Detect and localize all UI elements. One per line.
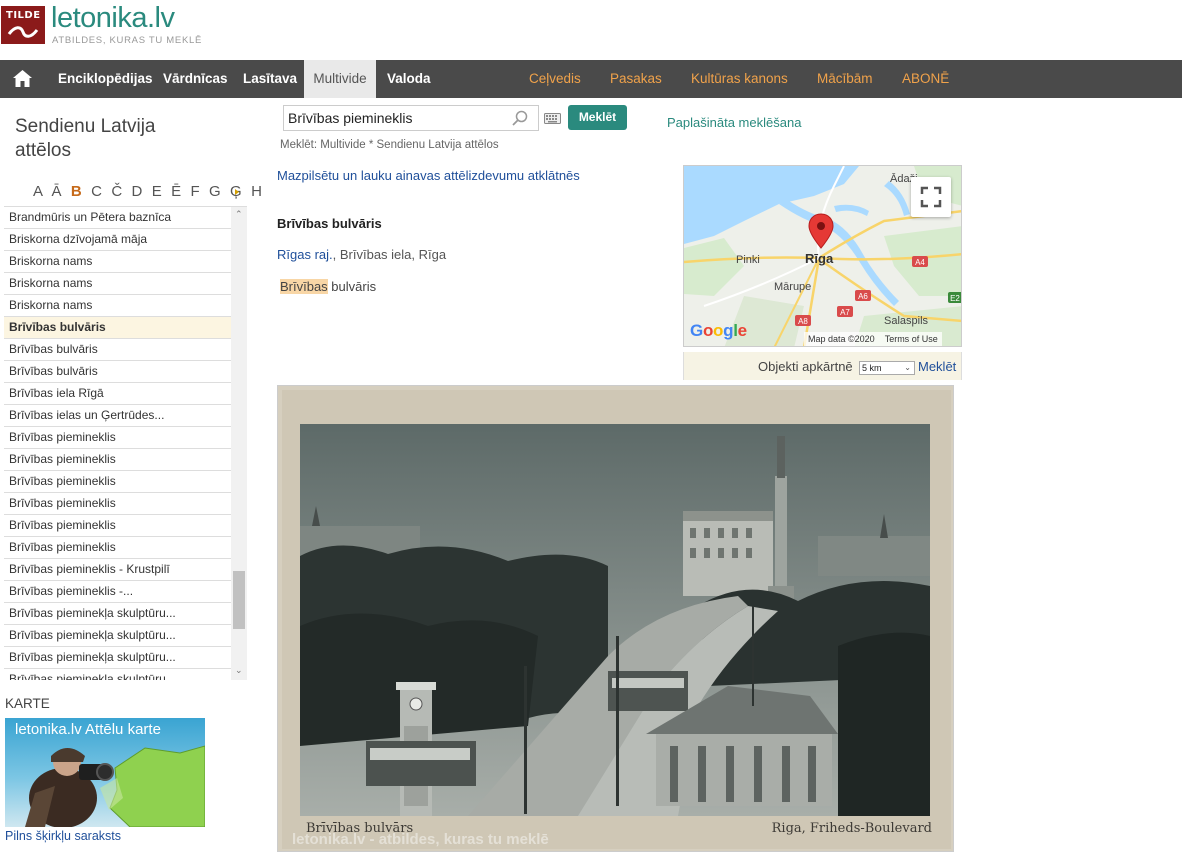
list-item[interactable]: Brīvības piemineklis - Krustpilī bbox=[4, 559, 231, 581]
list-item-selected[interactable]: Brīvības bulvāris bbox=[4, 317, 231, 339]
road-label: A8 bbox=[798, 317, 808, 326]
list-item[interactable]: Briskorna nams bbox=[4, 295, 231, 317]
postcard-photo[interactable]: Brīvības bulvārs Riga, Friheds-Boulevard… bbox=[277, 385, 954, 852]
highlighted-term: Brīvības bbox=[280, 279, 328, 294]
collection-link[interactable]: Mazpilsētu un lauku ainavas attēlizdevum… bbox=[277, 168, 580, 183]
road-label: A6 bbox=[858, 292, 868, 301]
nav-enciklopedijas[interactable]: Enciklopēdijas bbox=[58, 60, 153, 98]
list-item[interactable]: Brīvības bulvāris bbox=[4, 361, 231, 383]
scroll-down-icon[interactable]: ⌄ bbox=[235, 665, 243, 676]
list-item[interactable]: Brīvības piemineklis bbox=[4, 471, 231, 493]
list-item[interactable]: Briskorna nams bbox=[4, 273, 231, 295]
site-header: TILDE letonika.lv ATBILDES, KURAS TU MEK… bbox=[0, 0, 1182, 60]
postcard-image: Brīvības bulvārs Riga, Friheds-Boulevard… bbox=[278, 386, 953, 851]
alphabet-letters-pre[interactable]: A Ā bbox=[33, 183, 71, 200]
list-item[interactable]: Brīvības bulvāris bbox=[4, 339, 231, 361]
nav-kulturas-kanons[interactable]: Kultūras kanons bbox=[691, 60, 788, 98]
map-fullscreen-button[interactable] bbox=[911, 177, 951, 217]
location-link[interactable]: Rīgas raj. bbox=[277, 247, 333, 262]
map-label-city: Rīga bbox=[805, 251, 834, 266]
map-data-credit: Map data ©2020 bbox=[808, 334, 875, 344]
nav-multivide[interactable]: Multivide bbox=[304, 60, 376, 98]
nav-macibam[interactable]: Mācībām bbox=[817, 60, 873, 98]
road-label: A7 bbox=[840, 308, 850, 317]
main-nav: Enciklopēdijas Vārdnīcas Lasītava Multiv… bbox=[0, 60, 1182, 98]
list-item[interactable]: Brīvības piemineklis -... bbox=[4, 581, 231, 603]
map-terms-link[interactable]: Terms of Use bbox=[885, 334, 938, 344]
map-banner-title: letonika.lv Attēlu karte bbox=[15, 721, 161, 738]
nav-valoda[interactable]: Valoda bbox=[387, 60, 431, 98]
entry-list: Brandmūris un Pētera baznīca Briskorna d… bbox=[4, 206, 247, 680]
list-scrollbar[interactable]: ⌃ ⌄ bbox=[231, 207, 247, 680]
advanced-search-link[interactable]: Paplašināta meklēšana bbox=[667, 115, 801, 130]
list-item[interactable]: Brīvības piemineklis bbox=[4, 493, 231, 515]
location-text: , Brīvības iela, Rīga bbox=[332, 247, 447, 262]
search-input[interactable]: Brīvības piemineklis bbox=[283, 105, 539, 131]
logo-wave-icon bbox=[7, 26, 39, 38]
entry-title: Brīvības bulvāris bbox=[277, 216, 382, 231]
alphabet-filter[interactable]: A Ā B C Č D E Ē F G Ģ H bbox=[33, 183, 265, 200]
nav-pasakas[interactable]: Pasakas bbox=[610, 60, 662, 98]
keyboard-icon[interactable] bbox=[544, 112, 561, 127]
list-item[interactable]: Brīvības pieminekļa skulptūru... bbox=[4, 603, 231, 625]
nearby-search-button[interactable]: Meklēt bbox=[918, 359, 956, 374]
alphabet-next-icon[interactable] bbox=[235, 189, 239, 195]
logo-text: TILDE bbox=[6, 10, 41, 21]
nav-lasitava[interactable]: Lasītava bbox=[243, 60, 297, 98]
nav-celvedis[interactable]: Ceļvedis bbox=[529, 60, 581, 98]
alphabet-active-letter[interactable]: B bbox=[71, 183, 84, 200]
list-item[interactable]: Brīvības piemineklis bbox=[4, 449, 231, 471]
nearby-label: Objekti apkārtnē bbox=[758, 359, 853, 374]
site-name[interactable]: letonika.lv bbox=[51, 2, 175, 35]
road-label: E2 bbox=[950, 294, 960, 303]
scroll-up-icon[interactable]: ⌃ bbox=[235, 209, 243, 220]
search-scope: Meklēt: Multivide * Sendienu Latvija att… bbox=[280, 139, 499, 151]
radius-value: 5 km bbox=[862, 363, 882, 373]
map-section-label: KARTE bbox=[5, 696, 50, 711]
site-tagline: ATBILDES, KURAS TU MEKLĒ bbox=[52, 35, 203, 46]
description-text: bulvāris bbox=[327, 279, 377, 294]
fullscreen-icon bbox=[920, 186, 942, 208]
nav-abone[interactable]: ABONĒ bbox=[902, 60, 949, 98]
list-item[interactable]: Brīvības piemineklis bbox=[4, 537, 231, 559]
home-icon[interactable] bbox=[13, 70, 32, 90]
radius-select[interactable]: 5 km ⌄ bbox=[859, 361, 915, 375]
list-item[interactable]: Briskorna dzīvojamā māja bbox=[4, 229, 231, 251]
google-logo: Google bbox=[690, 321, 747, 340]
map-label-salaspils: Salaspils bbox=[884, 315, 929, 327]
road-label: A4 bbox=[915, 258, 925, 267]
chevron-down-icon: ⌄ bbox=[904, 363, 911, 372]
map-label-pinki: Pinki bbox=[736, 254, 760, 266]
list-item[interactable]: Brīvības pieminekļa skulptūru... bbox=[4, 625, 231, 647]
collection-title: Sendienu Latvija attēlos bbox=[15, 116, 156, 161]
entry-description: Brīvības bulvāris bbox=[280, 279, 376, 294]
list-item[interactable]: Brīvības iela Rīgā bbox=[4, 383, 231, 405]
list-item[interactable]: Brīvības ielas un Ģertrūdes... bbox=[4, 405, 231, 427]
full-index-link[interactable]: Pilns šķirkļu saraksts bbox=[5, 829, 121, 843]
map-attribution: Map data ©2020 Terms of Use bbox=[804, 332, 942, 346]
list-item[interactable]: Brīvības pieminekļa skulptūru... bbox=[4, 669, 231, 680]
watermark: letonika.lv - atbildes, kuras tu meklē bbox=[292, 831, 549, 848]
tilde-logo[interactable]: TILDE bbox=[1, 6, 45, 44]
list-item[interactable]: Brandmūris un Pētera baznīca bbox=[4, 207, 231, 229]
location-map[interactable]: A4 A6 A7 A8 E2 Pinki Rīga Mārupe Salaspi… bbox=[683, 165, 962, 347]
list-item[interactable]: Brīvības piemineklis bbox=[4, 515, 231, 537]
map-label-marupe: Mārupe bbox=[774, 281, 811, 293]
list-item[interactable]: Brīvības piemineklis bbox=[4, 427, 231, 449]
nearby-objects-bar: Objekti apkārtnē 5 km ⌄ Meklēt bbox=[683, 352, 962, 380]
scroll-thumb[interactable] bbox=[233, 571, 245, 629]
search-button[interactable]: Meklēt bbox=[568, 105, 627, 130]
nav-vardnicas[interactable]: Vārdnīcas bbox=[163, 60, 228, 98]
list-item[interactable]: Brīvības pieminekļa skulptūru... bbox=[4, 647, 231, 669]
search-icon[interactable] bbox=[512, 110, 528, 129]
entry-location: Rīgas raj., Brīvības iela, Rīga bbox=[277, 247, 446, 262]
list-item[interactable]: Briskorna nams bbox=[4, 251, 231, 273]
caption-right: Riga, Friheds-Boulevard bbox=[772, 821, 932, 836]
image-map-banner[interactable]: letonika.lv Attēlu karte bbox=[5, 718, 205, 827]
